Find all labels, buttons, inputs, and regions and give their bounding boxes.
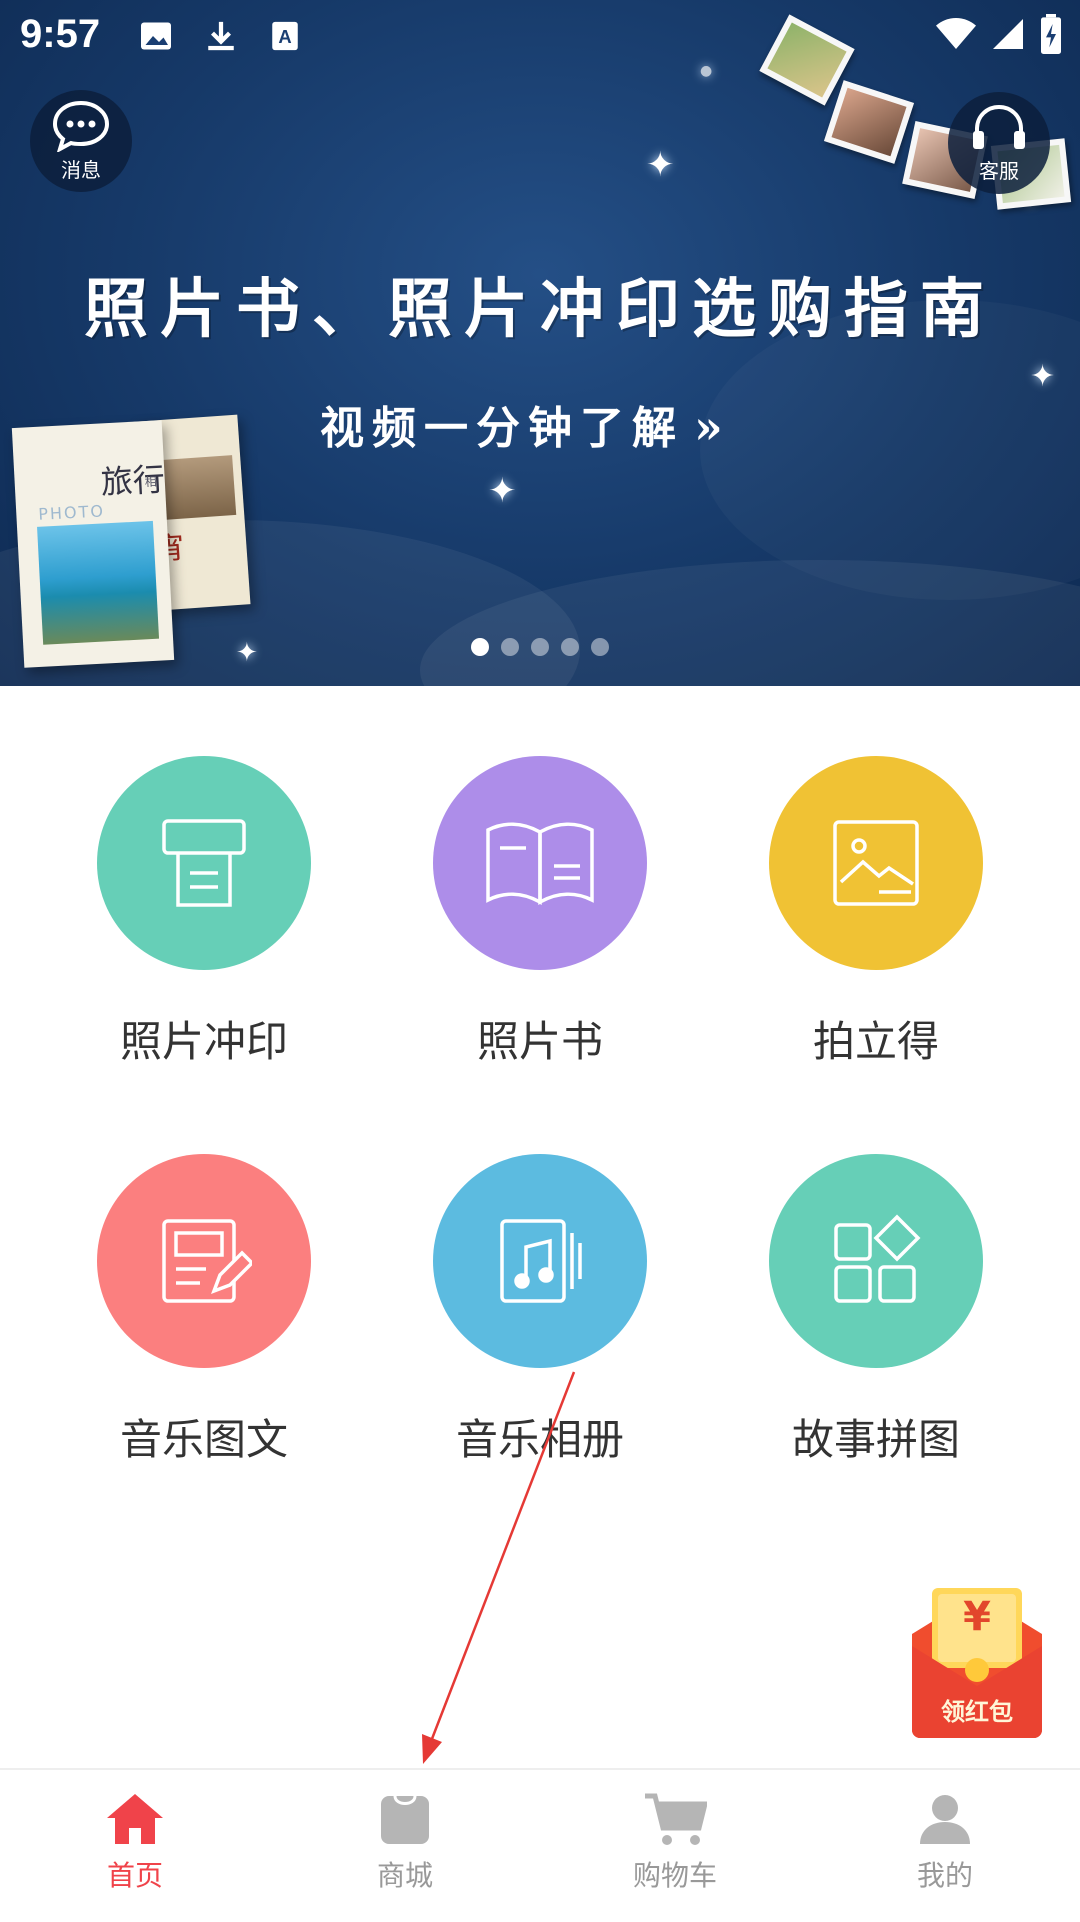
message-label: 消息 bbox=[61, 157, 101, 182]
nav-label: 商城 bbox=[376, 1859, 433, 1892]
nav-label: 我的 bbox=[916, 1859, 973, 1892]
signal-icon bbox=[993, 19, 1023, 49]
grid-icon-circle bbox=[769, 1154, 983, 1368]
picture-icon bbox=[833, 820, 919, 906]
grid-item-label: 音乐图文 bbox=[119, 1415, 288, 1464]
grid-item-music-album[interactable]: 音乐相册 bbox=[390, 1154, 690, 1467]
grid-item-label: 拍立得 bbox=[812, 1017, 939, 1066]
bottom-navigation: 首页 商城 购物车 我的 bbox=[0, 1768, 1080, 1922]
decorative-photo bbox=[823, 80, 915, 164]
banner-page-indicator bbox=[0, 638, 1080, 656]
grid-item-polaroid[interactable]: 拍立得 bbox=[726, 756, 1026, 1069]
wifi-icon bbox=[936, 18, 976, 49]
grid-item-label: 故事拼图 bbox=[791, 1415, 960, 1464]
puzzle-blocks-icon bbox=[834, 1214, 921, 1303]
grid-item-photo-print[interactable]: 照片冲印 bbox=[54, 756, 354, 1069]
status-time: 9:57 bbox=[20, 12, 101, 56]
banner-subtitle: 视频一分钟了解 bbox=[320, 403, 684, 454]
nav-label: 购物车 bbox=[632, 1859, 717, 1892]
text-notification-icon: A bbox=[272, 21, 298, 51]
grid-item-label: 音乐相册 bbox=[455, 1415, 624, 1464]
message-button[interactable]: 消息 bbox=[30, 90, 132, 192]
grid-item-photo-book[interactable]: 照片书 bbox=[390, 756, 690, 1069]
banner-title: 照片书、照片冲印选购指南 bbox=[84, 272, 996, 347]
book-subtitle: 相 bbox=[144, 474, 158, 490]
grid-icon-circle bbox=[97, 1154, 311, 1368]
music-album-icon bbox=[500, 1219, 582, 1303]
home-icon bbox=[107, 1794, 163, 1844]
grid-item-label: 照片冲印 bbox=[119, 1017, 288, 1066]
sparkle-icon: ✦ bbox=[1030, 359, 1056, 394]
open-book-icon bbox=[486, 822, 594, 905]
page-dot[interactable] bbox=[531, 638, 549, 656]
book-photo-text: PHOTO bbox=[37, 501, 106, 524]
page-dot[interactable] bbox=[561, 638, 579, 656]
nav-tab-home[interactable]: 首页 bbox=[0, 1770, 270, 1922]
grid-item-story-puzzle[interactable]: 故事拼图 bbox=[726, 1154, 1026, 1467]
sparkle-icon: ✦ bbox=[646, 145, 675, 185]
cart-icon bbox=[645, 1793, 707, 1845]
battery-icon bbox=[1041, 14, 1061, 54]
grid-icon-circle bbox=[433, 1154, 647, 1368]
banner-subtitle-link[interactable]: 视频一分钟了解» bbox=[320, 392, 723, 456]
red-packet-button[interactable]: ¥ 领红包 bbox=[906, 1588, 1048, 1738]
download-icon bbox=[208, 21, 234, 51]
red-packet-label: 领红包 bbox=[941, 1698, 1013, 1726]
image-notification-icon bbox=[141, 22, 171, 50]
double-chevron-icon: » bbox=[694, 400, 723, 454]
grid-item-label: 照片书 bbox=[476, 1017, 603, 1066]
grid-icon-circle bbox=[97, 756, 311, 970]
grid-icon-circle bbox=[433, 756, 647, 970]
headset-icon bbox=[973, 104, 1025, 149]
yuan-symbol: ¥ bbox=[963, 1594, 991, 1640]
user-icon bbox=[920, 1795, 970, 1844]
shopping-bag-icon bbox=[381, 1795, 429, 1844]
chat-bubble-icon bbox=[52, 100, 110, 152]
customer-service-button[interactable]: 客服 bbox=[948, 92, 1050, 194]
page-dot[interactable] bbox=[501, 638, 519, 656]
promo-banner[interactable]: ✦ ✦ ✦ ✦ ✦ ● 9:57 A 消息 bbox=[0, 0, 1080, 686]
nav-label: 首页 bbox=[106, 1859, 163, 1892]
grid-item-music-article[interactable]: 音乐图文 bbox=[54, 1154, 354, 1467]
grid-icon-circle bbox=[769, 756, 983, 970]
nav-tab-mall[interactable]: 商城 bbox=[270, 1770, 540, 1922]
service-label: 客服 bbox=[979, 158, 1019, 183]
svg-text:A: A bbox=[278, 26, 291, 47]
nav-tab-cart[interactable]: 购物车 bbox=[540, 1770, 810, 1922]
sparkle-icon: ✦ bbox=[488, 471, 517, 511]
decorative-photo-book: 旅行 相 PHOTO bbox=[11, 420, 175, 668]
page-dot[interactable] bbox=[471, 638, 489, 656]
printer-icon bbox=[162, 819, 246, 907]
status-bar: 9:57 A bbox=[0, 0, 1080, 72]
edit-document-icon bbox=[162, 1219, 252, 1303]
page-dot[interactable] bbox=[591, 638, 609, 656]
nav-tab-profile[interactable]: 我的 bbox=[810, 1770, 1080, 1922]
